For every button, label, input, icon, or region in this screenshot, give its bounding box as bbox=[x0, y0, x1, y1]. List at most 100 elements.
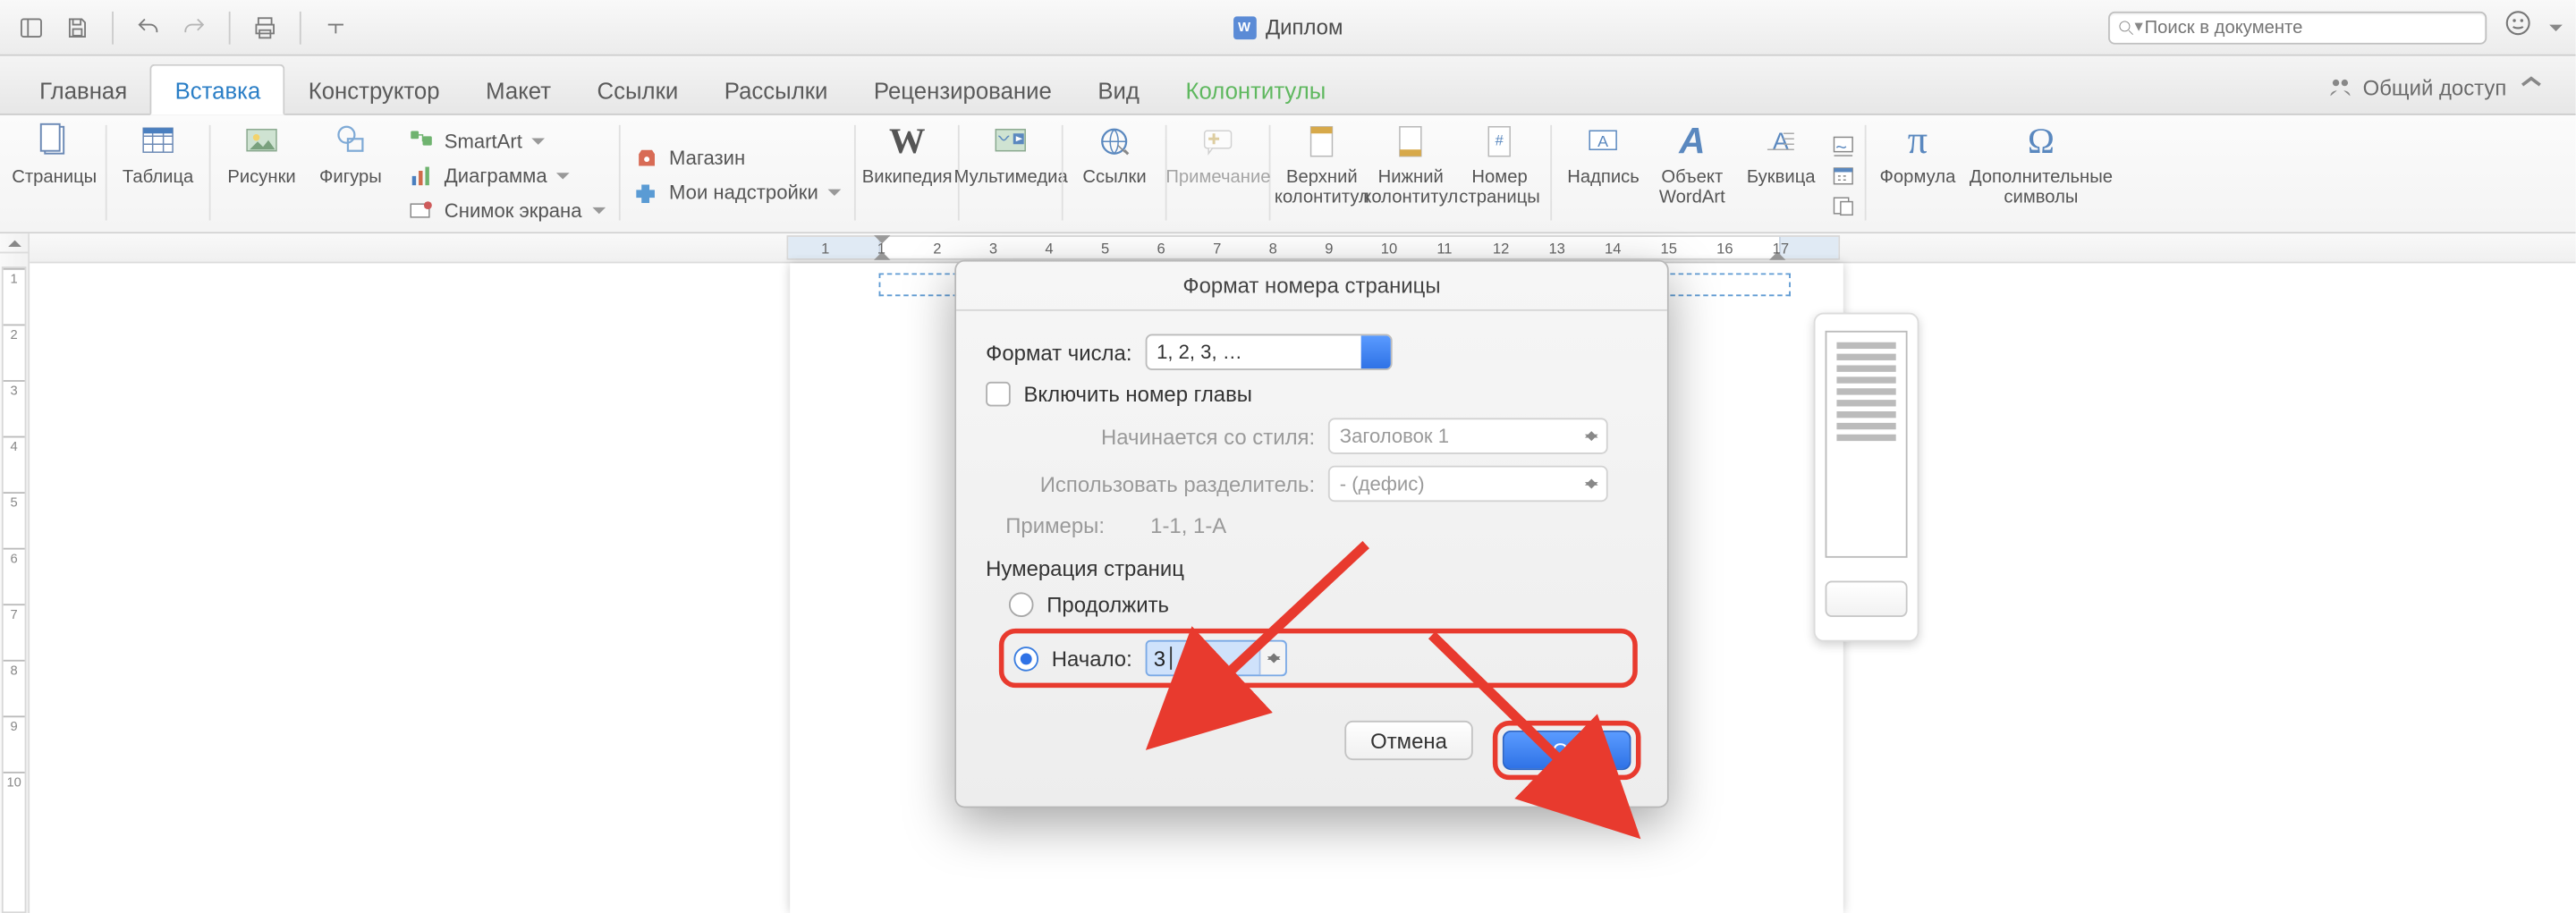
header-button[interactable]: Верхний колонтитул bbox=[1277, 118, 1366, 232]
ruler-tick: 1 bbox=[877, 241, 886, 257]
word-doc-icon: W bbox=[1233, 15, 1256, 38]
object-button[interactable] bbox=[1829, 191, 1859, 217]
search-icon bbox=[2116, 17, 2136, 37]
svg-text:#: # bbox=[1496, 133, 1504, 149]
footer-button[interactable]: Нижний колонтитул bbox=[1367, 118, 1455, 232]
chapter-style-label: Начинается со стиля: bbox=[986, 424, 1315, 449]
ruler-tick: 11 bbox=[1436, 241, 1452, 257]
text-cursor bbox=[1170, 647, 1172, 670]
account-dropdown-icon[interactable] bbox=[2549, 24, 2563, 38]
obscured-button[interactable] bbox=[1826, 581, 1908, 617]
start-at-highlight: Начало: bbox=[999, 629, 1638, 688]
include-chapter-checkbox[interactable] bbox=[986, 382, 1011, 407]
sidebar-toggle-button[interactable] bbox=[13, 9, 49, 45]
start-at-radio[interactable] bbox=[1013, 646, 1038, 671]
tab-insert[interactable]: Вставка bbox=[150, 64, 285, 115]
date-time-button[interactable] bbox=[1829, 162, 1859, 188]
store-button[interactable]: Магазин bbox=[626, 143, 848, 173]
ruler-tick: 17 bbox=[1773, 241, 1789, 257]
vertical-ruler: 12345678910 bbox=[0, 233, 30, 913]
document-name: Диплом bbox=[1266, 15, 1343, 40]
svg-text:A: A bbox=[1773, 128, 1789, 155]
redo-button[interactable] bbox=[176, 9, 212, 45]
save-button[interactable] bbox=[59, 9, 95, 45]
number-format-label: Формат числа: bbox=[986, 340, 1131, 365]
ruler-tick: 6 bbox=[4, 548, 25, 566]
tab-references[interactable]: Ссылки bbox=[574, 66, 701, 114]
links-button[interactable]: Ссылки bbox=[1070, 118, 1158, 232]
continue-radio[interactable] bbox=[1009, 592, 1034, 617]
quick-access-toolbar: W Диплом ▾ bbox=[0, 0, 2576, 56]
print-button[interactable] bbox=[247, 9, 283, 45]
window-title: W Диплом bbox=[1233, 15, 1343, 40]
page-number-button[interactable]: # Номер страницы bbox=[1455, 118, 1544, 232]
stepper-icon[interactable] bbox=[1258, 642, 1284, 675]
ruler-tick: 2 bbox=[4, 324, 25, 342]
tab-view[interactable]: Вид bbox=[1075, 66, 1163, 114]
my-addins-button[interactable]: Мои надстройки bbox=[626, 178, 848, 207]
search-field-wrap[interactable]: ▾ bbox=[2108, 11, 2487, 44]
ruler-tick: 15 bbox=[1661, 241, 1677, 257]
media-button[interactable]: Мультимедиа bbox=[966, 118, 1055, 232]
share-button[interactable]: Общий доступ bbox=[2363, 75, 2507, 100]
ribbon-collapse-icon[interactable] bbox=[2516, 61, 2546, 114]
number-format-select[interactable]: 1, 2, 3, … bbox=[1145, 334, 1392, 370]
ruler-tick: 6 bbox=[1157, 241, 1165, 257]
tab-layout[interactable]: Макет bbox=[462, 66, 573, 114]
tab-mailings[interactable]: Рассылки bbox=[701, 66, 851, 114]
ribbon: Страницы Таблица Рисунки Фигуры SmartArt… bbox=[0, 115, 2576, 233]
tab-review[interactable]: Рецензирование bbox=[851, 66, 1074, 114]
start-at-label: Начало: bbox=[1052, 646, 1132, 671]
wordart-button[interactable]: A Объект WordArt bbox=[1648, 118, 1736, 232]
screenshot-button[interactable]: Снимок экрана bbox=[402, 195, 612, 224]
start-at-input[interactable] bbox=[1147, 646, 1245, 671]
ruler-tick: 3 bbox=[4, 380, 25, 398]
textbox-button[interactable]: A Надпись bbox=[1559, 118, 1648, 232]
feedback-icon[interactable] bbox=[2504, 8, 2533, 46]
wikipedia-button[interactable]: W Википедия bbox=[863, 118, 952, 232]
ribbon-tabs: Главная Вставка Конструктор Макет Ссылки… bbox=[0, 56, 2576, 115]
chapter-style-select: Заголовок 1 bbox=[1328, 418, 1608, 453]
comment-button: Примечание bbox=[1174, 118, 1262, 232]
dropcap-button[interactable]: A Буквица bbox=[1737, 118, 1826, 232]
tab-home[interactable]: Главная bbox=[16, 66, 150, 114]
ruler-tick: 14 bbox=[1605, 241, 1621, 257]
undo-button[interactable] bbox=[130, 9, 165, 45]
table-button[interactable]: Таблица bbox=[114, 118, 202, 232]
smartart-button[interactable]: SmartArt bbox=[402, 126, 612, 156]
shapes-button[interactable]: Фигуры bbox=[306, 118, 394, 232]
ruler-tick: 8 bbox=[1269, 241, 1277, 257]
ruler-tick: 7 bbox=[4, 604, 25, 621]
vertical-ruler-scale: 12345678910 bbox=[2, 266, 27, 913]
ruler-tick: 5 bbox=[4, 492, 25, 510]
ruler-tick: 7 bbox=[1213, 241, 1221, 257]
search-dropdown-icon[interactable]: ▾ bbox=[2134, 18, 2142, 36]
ruler-tick: 12 bbox=[1493, 241, 1509, 257]
pictures-button[interactable]: Рисунки bbox=[217, 118, 306, 232]
tab-design[interactable]: Конструктор bbox=[285, 66, 462, 114]
search-input[interactable] bbox=[2145, 17, 2479, 37]
ruler-tick: 8 bbox=[4, 660, 25, 678]
ruler-tick: 3 bbox=[989, 241, 997, 257]
ok-highlight: ОК bbox=[1493, 721, 1641, 780]
qat-customize-button[interactable] bbox=[318, 9, 353, 45]
symbol-button[interactable]: Ω Дополнительные символы bbox=[1962, 118, 2121, 232]
numbering-section-header: Нумерация страниц bbox=[986, 556, 1638, 581]
separator-select: - (дефис) bbox=[1328, 466, 1608, 502]
chart-button[interactable]: Диаграмма bbox=[402, 160, 612, 190]
tab-headerfooter[interactable]: Колонтитулы bbox=[1163, 66, 1349, 114]
start-at-input-wrap[interactable] bbox=[1145, 640, 1286, 676]
ruler-tick: 9 bbox=[4, 715, 25, 733]
page-number-format-dialog: Формат номера страницы Формат числа: 1, … bbox=[954, 260, 1669, 808]
ruler-tick: 13 bbox=[1548, 241, 1564, 257]
cancel-button[interactable]: Отмена bbox=[1344, 721, 1473, 760]
signature-line-button[interactable] bbox=[1829, 132, 1859, 158]
examples-value: 1-1, 1-A bbox=[1150, 513, 1226, 538]
horizontal-ruler[interactable]: 11234567891011121314151617 bbox=[30, 233, 2575, 263]
equation-button[interactable]: π Формула bbox=[1873, 118, 1962, 232]
scroll-up-icon[interactable] bbox=[0, 233, 30, 253]
continue-label: Продолжить bbox=[1046, 592, 1169, 617]
ok-button[interactable]: ОК bbox=[1503, 731, 1631, 770]
pages-button[interactable]: Страницы bbox=[10, 118, 98, 232]
ruler-tick: 1 bbox=[4, 268, 25, 286]
